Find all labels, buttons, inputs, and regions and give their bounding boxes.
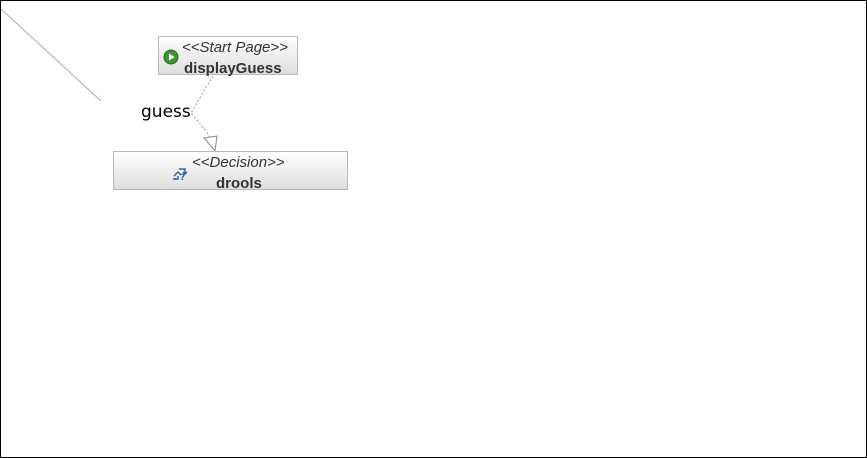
- transition-arrowhead: [203, 135, 218, 153]
- connector-layer: [1, 8, 218, 153]
- play-icon: [163, 49, 179, 65]
- diagram-canvas: <<Start Page>> displayGuess guess ? <<De…: [0, 0, 867, 458]
- decision-stereotype: <<Decision>>: [192, 154, 285, 171]
- start-page-stereotype: <<Start Page>>: [182, 39, 288, 56]
- decision-name: drools: [216, 175, 262, 192]
- decision-icon: ?: [172, 166, 188, 183]
- guess-transition-line[interactable]: [190, 75, 216, 146]
- start-page-node[interactable]: <<Start Page>> displayGuess: [158, 36, 298, 77]
- start-page-name: displayGuess: [184, 60, 282, 77]
- decision-node[interactable]: ? <<Decision>> drools: [113, 151, 348, 192]
- svg-text:?: ?: [180, 173, 185, 182]
- dangling-connector[interactable]: [1, 8, 102, 102]
- transition-label[interactable]: guess: [141, 102, 191, 122]
